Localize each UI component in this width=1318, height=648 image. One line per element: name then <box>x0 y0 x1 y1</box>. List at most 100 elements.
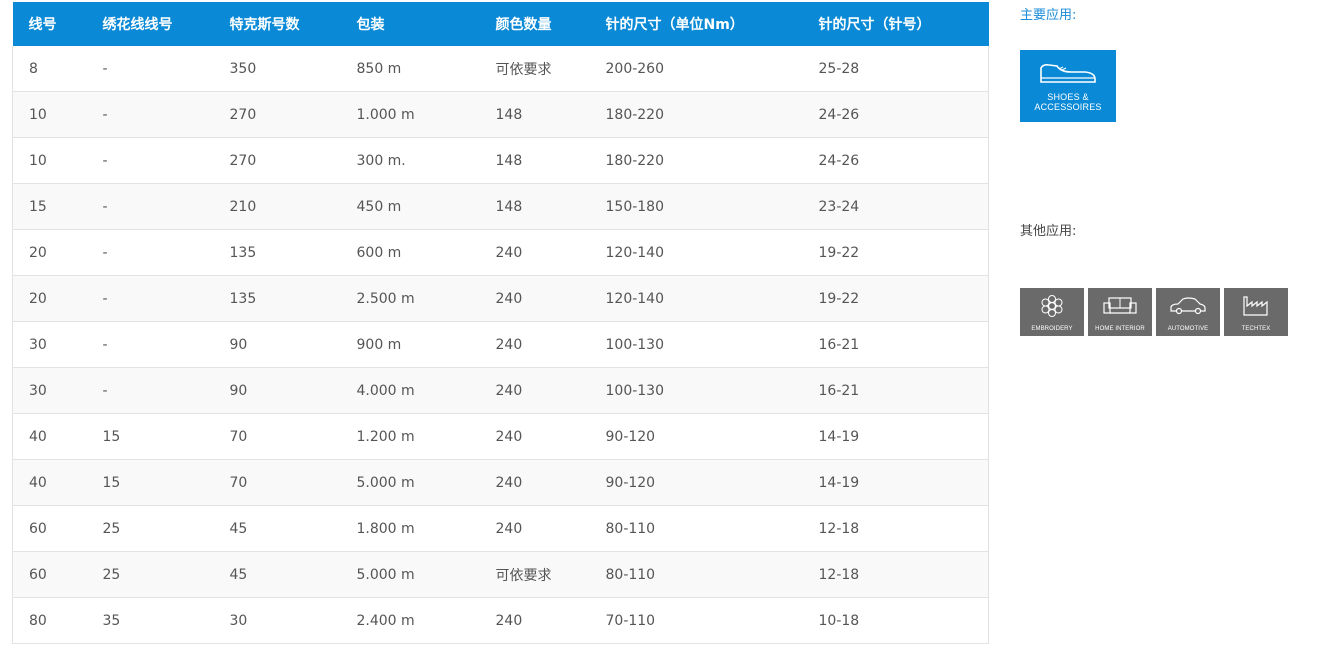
cell-packaging: 2.400 m <box>340 597 480 644</box>
cell-needle-size-nm: 100-130 <box>589 321 803 368</box>
home-interior-tile[interactable]: HOME INTERIOR <box>1088 288 1152 336</box>
main-app-line2: ACCESSOIRES <box>1034 102 1102 112</box>
shoe-icon <box>1040 64 1096 83</box>
cell-needle-size-number: 16-21 <box>802 321 989 368</box>
cell-needle-size-nm: 180-220 <box>589 91 803 138</box>
automotive-tile[interactable]: AUTOMOTIVE <box>1156 288 1220 336</box>
table-row: 80 35 30 2.400 m 240 70-110 10-18 <box>12 597 989 644</box>
header-row: 线号 绣花线线号 特克斯号数 包装 颜色数量 针的尺寸（单位Nm） 针的尺寸（针… <box>12 2 989 46</box>
cell-packaging: 5.000 m <box>340 459 480 506</box>
cell-needle-size-nm: 80-110 <box>589 505 803 552</box>
cell-needle-size-nm: 200-260 <box>589 46 803 92</box>
cell-packaging: 900 m <box>340 321 480 368</box>
table-row: 8-350 850 m 可依要求 200-260 25-28 <box>12 46 989 92</box>
cell-thread-number: 15 <box>12 183 87 230</box>
embroidery-tile[interactable]: EMBROIDERY <box>1020 288 1084 336</box>
techtex-label: TECHTEX <box>1241 326 1271 332</box>
cell-needle-size-number: 12-18 <box>802 505 989 552</box>
cell-tex: 350 <box>213 46 341 92</box>
cell-tex: 90 <box>213 367 341 414</box>
techtex-tile[interactable]: TECHTEX <box>1224 288 1288 336</box>
cell-thread-number: 20 <box>12 275 87 322</box>
header-packaging: 包装 <box>340 2 480 46</box>
cell-embroidery-number: 15 <box>86 413 214 460</box>
cell-needle-size-number: 25-28 <box>802 46 989 92</box>
sofa-icon <box>1103 297 1137 314</box>
cell-needle-size-number: 24-26 <box>802 91 989 138</box>
embroidery-label: EMBROIDERY <box>1031 326 1073 332</box>
cell-color-count: 240 <box>479 275 590 322</box>
table-row: 60 25 45 5.000 m 可依要求 80-110 12-18 <box>12 551 989 598</box>
cell-embroidery-number: 25 <box>86 551 214 598</box>
flower-icon <box>1041 295 1063 317</box>
table-row: 60 25 45 1.800 m 240 80-110 12-18 <box>12 505 989 552</box>
cell-color-count: 可依要求 <box>479 551 590 598</box>
cell-color-count: 240 <box>479 505 590 552</box>
cell-embroidery-number: - <box>86 229 214 276</box>
cell-tex: 45 <box>213 505 341 552</box>
automotive-label: AUTOMOTIVE <box>1167 326 1209 332</box>
cell-thread-number: 30 <box>12 367 87 414</box>
header-tex: 特克斯号数 <box>213 2 341 46</box>
cell-needle-size-number: 19-22 <box>802 229 989 276</box>
cell-color-count: 240 <box>479 367 590 414</box>
cell-embroidery-number: - <box>86 321 214 368</box>
cell-tex: 135 <box>213 229 341 276</box>
home-interior-label: HOME INTERIOR <box>1095 326 1145 332</box>
cell-tex: 70 <box>213 459 341 506</box>
cell-needle-size-nm: 90-120 <box>589 459 803 506</box>
table-row: 15-210 450 m 148 150-180 23-24 <box>12 183 989 230</box>
page: 线号 绣花线线号 特克斯号数 包装 颜色数量 针的尺寸（单位Nm） 针的尺寸（针… <box>0 0 1318 648</box>
cell-thread-number: 10 <box>12 137 87 184</box>
other-applications-list: EMBROIDERY HOME INTERIOR AUTOMOTIVE TECH… <box>1020 288 1288 336</box>
cell-color-count: 240 <box>479 413 590 460</box>
cell-embroidery-number: - <box>86 137 214 184</box>
other-applications-label: 其他应用: <box>1020 224 1077 239</box>
cell-thread-number: 40 <box>12 413 87 460</box>
cell-needle-size-number: 10-18 <box>802 597 989 644</box>
cell-needle-size-number: 16-21 <box>802 367 989 414</box>
cell-embroidery-number: 35 <box>86 597 214 644</box>
cell-packaging: 2.500 m <box>340 275 480 322</box>
cell-tex: 70 <box>213 413 341 460</box>
cell-needle-size-nm: 100-130 <box>589 367 803 414</box>
cell-packaging: 850 m <box>340 46 480 92</box>
header-needle-size-nm: 针的尺寸（单位Nm） <box>589 2 803 46</box>
factory-icon <box>1243 296 1268 316</box>
cell-packaging: 1.200 m <box>340 413 480 460</box>
cell-embroidery-number: - <box>86 367 214 414</box>
header-needle-size-number: 针的尺寸（针号） <box>802 2 989 46</box>
cell-embroidery-number: - <box>86 46 214 92</box>
cell-packaging: 600 m <box>340 229 480 276</box>
cell-needle-size-nm: 180-220 <box>589 137 803 184</box>
cell-packaging: 1.800 m <box>340 505 480 552</box>
shoes-accessoires-tile[interactable]: SHOES & ACCESSOIRES <box>1020 50 1116 122</box>
cell-color-count: 240 <box>479 229 590 276</box>
table-row: 40 15 70 5.000 m 240 90-120 14-19 <box>12 459 989 506</box>
cell-needle-size-nm: 90-120 <box>589 413 803 460</box>
cell-packaging: 4.000 m <box>340 367 480 414</box>
cell-needle-size-nm: 70-110 <box>589 597 803 644</box>
cell-packaging: 5.000 m <box>340 551 480 598</box>
table-row: 20-135 2.500 m 240 120-140 19-22 <box>12 275 989 322</box>
main-applications-label: 主要应用: <box>1020 8 1077 23</box>
cell-thread-number: 80 <box>12 597 87 644</box>
table-row: 10-270 1.000 m 148 180-220 24-26 <box>12 91 989 138</box>
cell-tex: 210 <box>213 183 341 230</box>
header-embroidery-number: 绣花线线号 <box>86 2 214 46</box>
cell-tex: 90 <box>213 321 341 368</box>
cell-packaging: 450 m <box>340 183 480 230</box>
cell-packaging: 1.000 m <box>340 91 480 138</box>
cell-embroidery-number: - <box>86 275 214 322</box>
cell-embroidery-number: 25 <box>86 505 214 552</box>
header-thread-number: 线号 <box>12 2 87 46</box>
table-row: 10-270 300 m. 148 180-220 24-26 <box>12 137 989 184</box>
cell-needle-size-number: 12-18 <box>802 551 989 598</box>
cell-thread-number: 20 <box>12 229 87 276</box>
table-body: 8-350 850 m 可依要求 200-260 25-28 10-270 1.000 m1… <box>12 46 989 644</box>
table-row: 40 15 70 1.200 m 240 90-120 14-19 <box>12 413 989 460</box>
cell-embroidery-number: - <box>86 91 214 138</box>
main-app-line1: SHOES & <box>1047 92 1089 102</box>
cell-needle-size-number: 23-24 <box>802 183 989 230</box>
cell-needle-size-nm: 80-110 <box>589 551 803 598</box>
